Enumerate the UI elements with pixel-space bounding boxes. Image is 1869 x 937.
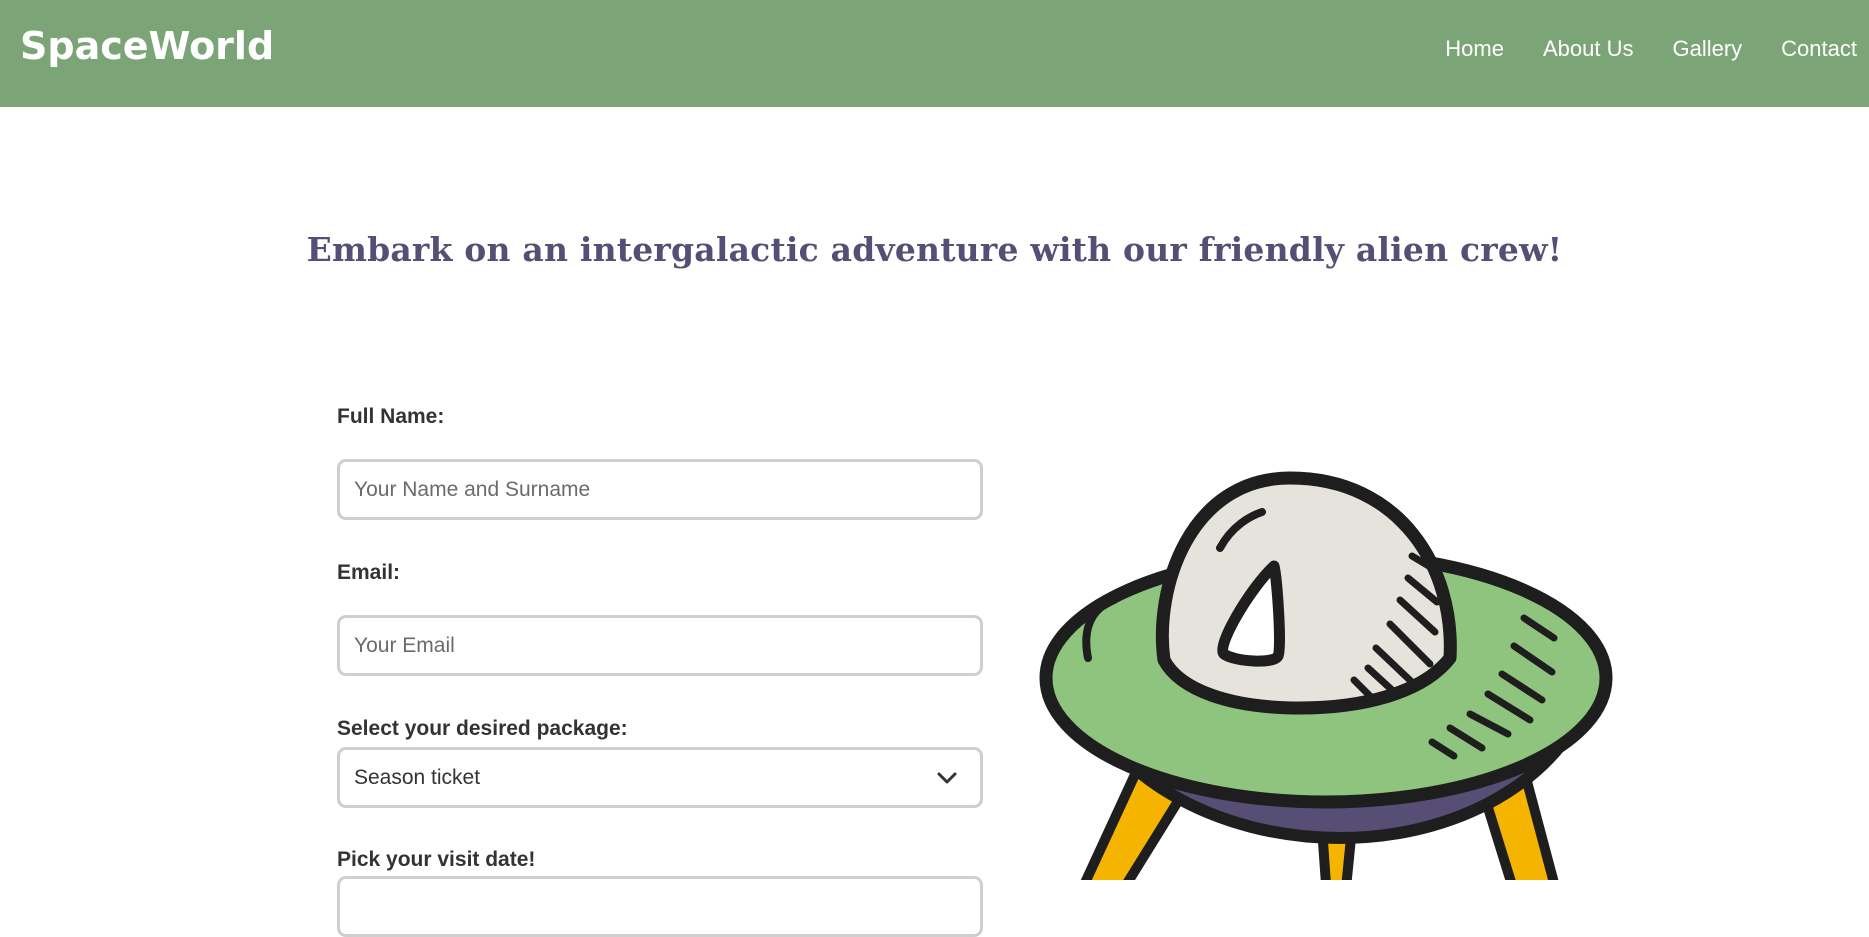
- visit-date-label: Pick your visit date!: [337, 848, 536, 871]
- chevron-down-icon: [937, 772, 957, 784]
- email-input[interactable]: [337, 615, 983, 676]
- nav-link-home[interactable]: Home: [1445, 36, 1504, 62]
- package-selected-value: Season ticket: [354, 766, 481, 789]
- ufo-illustration: [1039, 471, 1613, 880]
- main-nav: Home About Us Gallery Contact: [1406, 36, 1857, 62]
- nav-link-gallery[interactable]: Gallery: [1672, 36, 1742, 62]
- hero-headline: Embark on an intergalactic adventure wit…: [306, 230, 1563, 269]
- site-header: SpaceWorld Home About Us Gallery Contact: [0, 0, 1869, 107]
- visit-date-input[interactable]: [337, 876, 983, 937]
- nav-link-about-us[interactable]: About Us: [1543, 36, 1634, 62]
- full-name-label: Full Name:: [337, 405, 445, 428]
- full-name-input[interactable]: [337, 459, 983, 520]
- email-label: Email:: [337, 561, 401, 584]
- nav-link-contact[interactable]: Contact: [1781, 36, 1857, 62]
- site-logo[interactable]: SpaceWorld: [20, 24, 274, 68]
- package-label: Select your desired package:: [337, 717, 628, 740]
- package-select[interactable]: Season ticket: [337, 747, 983, 808]
